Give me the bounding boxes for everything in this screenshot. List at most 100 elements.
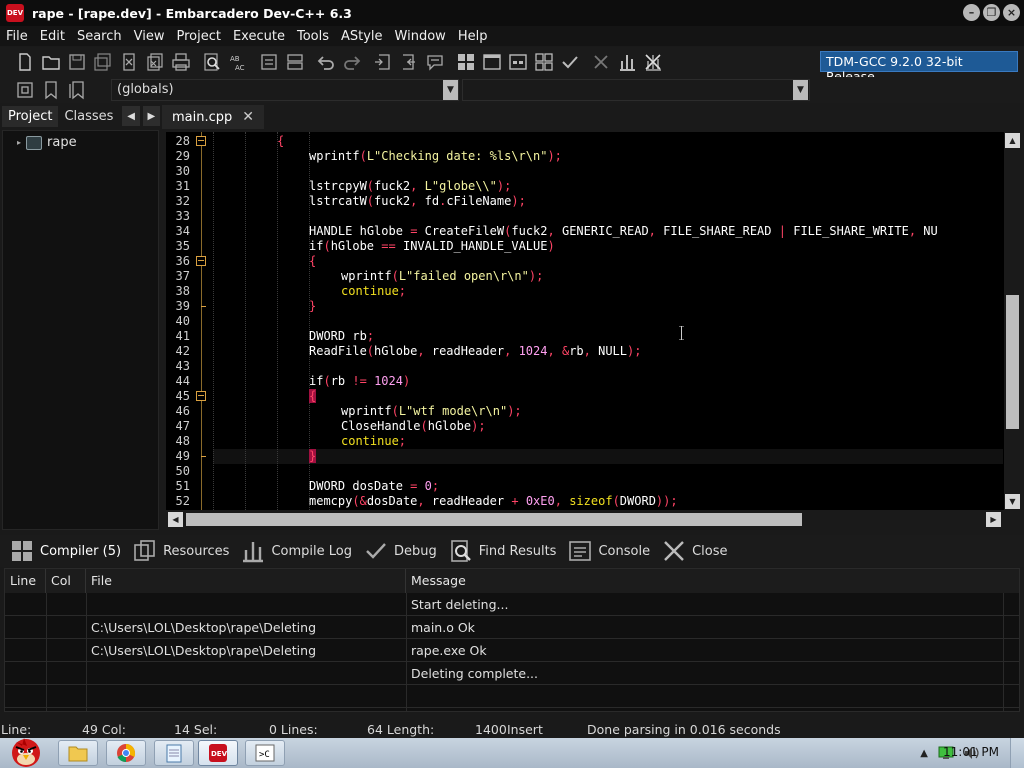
fold-toggle-icon[interactable] [196,136,206,146]
horizontal-scroll-thumb[interactable] [186,513,802,526]
fold-toggle-icon[interactable] [196,391,206,401]
chevron-down-icon[interactable]: ▼ [443,80,458,100]
table-row[interactable]: C:\Users\LOL\Desktop\rape\Deleting main.o… [5,616,1019,639]
close-panel-button[interactable]: Close [656,536,733,566]
tree-item-project[interactable]: ▸ rape [17,135,77,150]
goto-declaration-button[interactable] [12,77,38,103]
goto-bookmark-button[interactable] [64,77,90,103]
undo-button[interactable] [313,49,339,75]
remove-from-project-button[interactable] [396,49,422,75]
show-desktop-button[interactable] [1010,738,1024,768]
globals-combobox[interactable]: (globals) [111,79,459,101]
stop-button[interactable] [588,49,614,75]
column-header-line[interactable]: Line [5,569,46,593]
cell-message: Start deleting... [411,597,509,612]
bar-chart-icon [243,542,264,563]
column-header-file[interactable]: File [86,569,406,593]
open-button[interactable] [38,49,64,75]
tab-console[interactable]: Console [562,536,656,566]
menu-execute[interactable]: Execute [227,29,291,44]
menu-search[interactable]: Search [71,29,128,44]
tab-compiler[interactable]: Compiler (5) [4,536,127,566]
status-message: Done parsing in 0.016 seconds [587,722,781,737]
redo-button[interactable] [339,49,365,75]
taskbar-notepad[interactable] [154,740,194,766]
unindent-button[interactable] [282,49,308,75]
compile-button[interactable] [453,49,479,75]
tab-classes[interactable]: Classes [58,106,119,127]
close-icon[interactable]: ✕ [242,109,254,125]
column-header-message[interactable]: Message [406,569,1019,593]
save-all-icon [94,53,111,71]
replace-button[interactable]: AB AC [225,49,251,75]
tab-scroll-right-icon[interactable]: ▶ [142,106,160,126]
indent-button[interactable] [256,49,282,75]
horizontal-scrollbar[interactable]: ◀ ▶ [166,511,1004,528]
delete-profile-button[interactable] [640,49,666,75]
run-button[interactable] [479,49,505,75]
menu-file[interactable]: File [0,29,34,44]
scroll-up-icon[interactable]: ▲ [1005,133,1020,148]
menu-astyle[interactable]: AStyle [335,29,389,44]
scroll-right-icon[interactable]: ▶ [986,512,1001,527]
project-options-button[interactable] [422,49,448,75]
chevron-down-icon[interactable]: ▼ [793,80,808,100]
tab-compile-log[interactable]: Compile Log [235,536,358,566]
column-header-col[interactable]: Col [46,569,86,593]
tab-project[interactable]: Project [2,105,59,127]
vertical-scroll-thumb[interactable] [1006,295,1019,429]
save-all-button[interactable] [90,49,116,75]
scroll-down-icon[interactable]: ▼ [1005,494,1020,509]
taskbar-chrome[interactable] [106,740,146,766]
find-button[interactable] [199,49,225,75]
restore-button[interactable]: ❐ [983,4,1000,21]
folder-icon [68,746,88,762]
fold-toggle-icon[interactable] [196,256,206,266]
compile-run-button[interactable] [505,49,531,75]
table-row[interactable] [5,685,1019,708]
menu-window[interactable]: Window [389,29,452,44]
table-row[interactable]: C:\Users\LOL\Desktop\rape\Deleting rape.e… [5,639,1019,662]
close-button[interactable]: × [1003,4,1020,21]
tab-scroll-left-icon[interactable]: ◀ [122,106,140,126]
taskbar-file-explorer[interactable] [58,740,98,766]
scroll-left-icon[interactable]: ◀ [168,512,183,527]
close-file-button[interactable] [116,49,142,75]
redo-icon [344,56,361,70]
members-combobox[interactable] [462,79,810,101]
taskbar-terminal[interactable]: >C [245,740,285,766]
rebuild-button[interactable] [531,49,557,75]
profile-button[interactable] [614,49,640,75]
menu-help[interactable]: Help [452,29,494,44]
start-button-angry-bird-icon[interactable] [2,734,50,768]
tab-find-results[interactable]: Find Results [443,536,563,566]
tab-resources[interactable]: Resources [127,536,235,566]
new-file-icon [19,53,31,71]
expand-arrow-icon[interactable]: ▸ [17,138,21,147]
menu-tools[interactable]: Tools [291,29,335,44]
save-button[interactable] [64,49,90,75]
menu-view[interactable]: View [128,29,171,44]
devcpp-app-icon[interactable]: DEV [6,4,24,22]
line-number: 49 [175,449,190,463]
syntax-check-button[interactable] [557,49,583,75]
table-row[interactable]: Start deleting... [5,593,1019,616]
tab-debug[interactable]: Debug [358,536,443,566]
taskbar-clock[interactable]: 11:01 PM [943,745,999,759]
tab-main-cpp[interactable]: main.cpp ✕ [162,105,264,129]
toggle-bookmark-button[interactable] [38,77,64,103]
new-project-button[interactable] [370,49,396,75]
print-button[interactable] [168,49,194,75]
compiler-set-select[interactable]: TDM-GCC 9.2.0 32-bit Release [820,51,1018,84]
table-row[interactable]: Deleting complete... [5,662,1019,685]
minimize-button[interactable]: – [963,4,980,21]
vertical-scrollbar[interactable]: ▲ ▼ [1004,132,1021,510]
menu-edit[interactable]: Edit [34,29,71,44]
taskbar-devcpp[interactable]: DEV [198,740,238,766]
code-editor[interactable]: 28 29 30 31 32 33 34 35 36 37 38 39 40 41 42 43 44 45 46 47… [166,132,1004,510]
new-file-button[interactable] [12,49,38,75]
tray-expand-icon[interactable]: ▲ [920,748,928,759]
close-all-button[interactable] [142,49,168,75]
save-icon [69,54,85,70]
menu-project[interactable]: Project [170,29,226,44]
